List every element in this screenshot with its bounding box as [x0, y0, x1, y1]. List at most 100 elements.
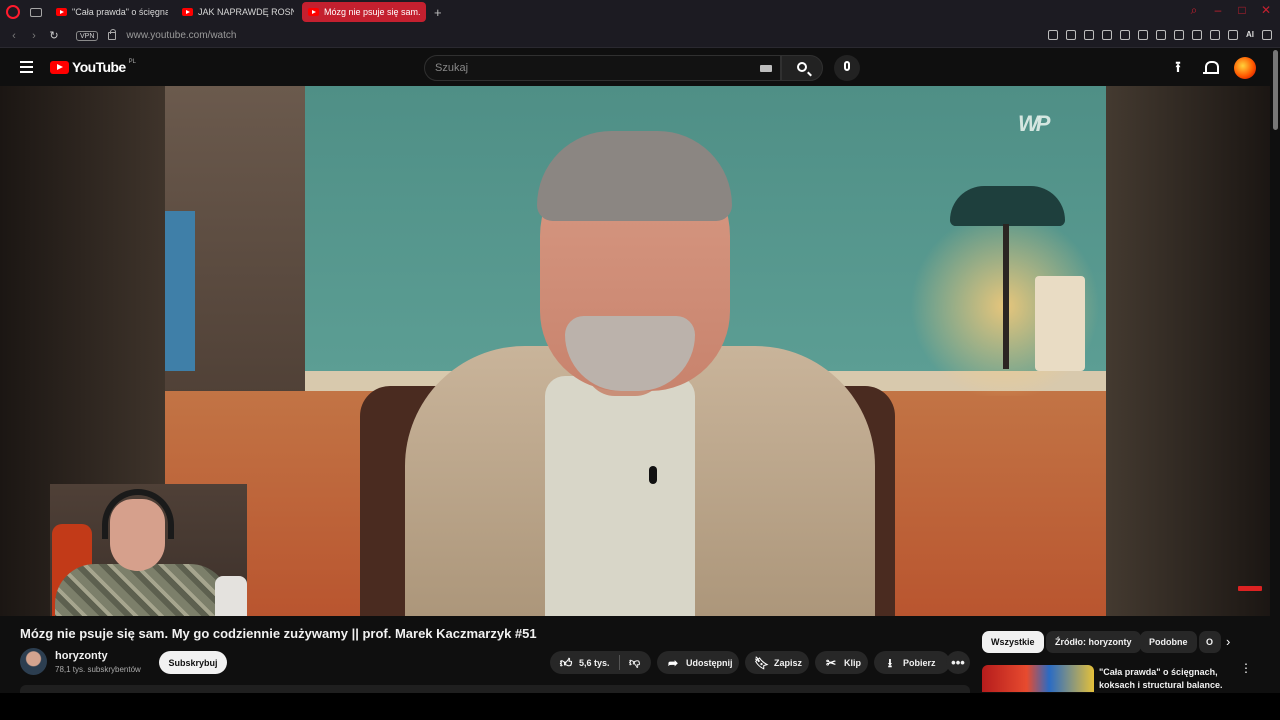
- tab-islands-icon[interactable]: [30, 7, 42, 17]
- close-icon[interactable]: ✕: [1260, 4, 1272, 16]
- browser-tab-active[interactable]: Mózg nie psuje się sam. M: [302, 2, 426, 22]
- logo-wordmark: YouTube: [72, 59, 126, 75]
- video-scene-lamp-pole: [1003, 224, 1009, 369]
- send-icon[interactable]: [1102, 30, 1112, 40]
- search-tabs-icon[interactable]: ⌕: [1188, 4, 1200, 16]
- notifications-bell-icon[interactable]: [1202, 58, 1219, 78]
- snapshot-icon[interactable]: [1066, 30, 1076, 40]
- voice-search-button[interactable]: [834, 55, 860, 81]
- subscriber-count: 78,1 tys. subskrybentów: [55, 665, 141, 674]
- reload-icon[interactable]: ↻: [48, 29, 60, 42]
- recommendation-title[interactable]: "Cała prawda" o ścięgnach, koksach i str…: [1099, 666, 1229, 692]
- extension-doc-icon[interactable]: [1174, 30, 1184, 40]
- bookmark-icon: 🔖︎: [754, 655, 770, 670]
- share-button[interactable]: ➦ Udostępnij: [657, 651, 739, 674]
- download-button[interactable]: ⭳ Pobierz: [874, 651, 950, 674]
- recommendation-thumbnail[interactable]: [982, 665, 1094, 692]
- vpn-badge[interactable]: VPN: [76, 30, 99, 41]
- ai-button[interactable]: AI: [1246, 30, 1254, 40]
- clip-label: Klip: [844, 657, 861, 668]
- page-scrollbar[interactable]: [1273, 50, 1278, 130]
- video-player[interactable]: WP: [0, 86, 1270, 616]
- menu-icon[interactable]: [1262, 30, 1272, 40]
- browser-tab[interactable]: JAK NAPRAWDĘ ROSNĄ: [176, 2, 300, 22]
- minimize-icon[interactable]: –: [1212, 4, 1224, 16]
- video-frame[interactable]: WP: [165, 86, 1106, 616]
- maximize-icon[interactable]: □: [1236, 4, 1248, 16]
- chip-all[interactable]: Wszystkie: [982, 631, 1044, 653]
- thumbs-down-icon[interactable]: 👎︎: [628, 656, 642, 670]
- puzzle-icon[interactable]: [1192, 30, 1202, 40]
- like-dislike-group: 👍︎ 5,6 tys. 👎︎: [550, 651, 651, 674]
- tab-label: Mózg nie psuje się sam. M: [324, 7, 420, 17]
- pin-icon[interactable]: [1048, 30, 1058, 40]
- download-label: Pobierz: [903, 657, 936, 668]
- os-taskbar: [0, 693, 1280, 720]
- save-label: Zapisz: [774, 657, 803, 668]
- more-vertical-icon[interactable]: ⋮: [1240, 662, 1252, 674]
- microphone-icon: [844, 61, 850, 71]
- region-code: PL: [128, 59, 136, 65]
- lapel-microphone: [649, 466, 657, 484]
- chip-related[interactable]: Podobne: [1140, 631, 1197, 653]
- subscribe-button[interactable]: Subskrybuj: [159, 651, 227, 674]
- channel-avatar[interactable]: [20, 648, 47, 675]
- thumbs-up-icon[interactable]: 👍︎: [559, 656, 573, 670]
- extension-a-icon[interactable]: [1138, 30, 1148, 40]
- search-button[interactable]: [781, 55, 823, 81]
- url-field[interactable]: www.youtube.com/watch: [126, 30, 236, 41]
- browser-tab[interactable]: "Cała prawda" o ścięgnach: [50, 2, 174, 22]
- opera-logo-icon[interactable]: [6, 5, 20, 19]
- chip-source-channel[interactable]: Źródło: horyzonty: [1046, 631, 1141, 653]
- search-box: [424, 55, 781, 81]
- video-person-shirt: [545, 376, 695, 616]
- window-controls: ⌕ – □ ✕: [1188, 4, 1272, 16]
- more-horizontal-icon: •••: [951, 655, 965, 670]
- webcam-headset: [102, 489, 174, 539]
- search-icon: [797, 62, 807, 72]
- browser-address-bar: ‹ › ↻ VPN www.youtube.com/watch AI: [0, 24, 1280, 48]
- clip-button[interactable]: ✂ Klip: [815, 651, 868, 674]
- youtube-play-icon: [50, 60, 69, 74]
- extension-badge-icon[interactable]: [1156, 30, 1166, 40]
- channel-name[interactable]: horyzonty: [55, 650, 108, 662]
- youtube-header: YouTube PL ⭱: [0, 48, 1270, 86]
- header-actions: ⭱: [1170, 57, 1256, 79]
- youtube-favicon-icon: [56, 8, 67, 16]
- youtube-logo[interactable]: YouTube PL: [50, 59, 136, 75]
- search-input[interactable]: [435, 62, 735, 74]
- video-title: Mózg nie psuje się sam. My go codziennie…: [20, 626, 537, 641]
- chevron-right-icon[interactable]: ›: [1226, 635, 1238, 648]
- heart-icon[interactable]: [1120, 30, 1130, 40]
- save-button[interactable]: 🔖︎ Zapisz: [745, 651, 809, 674]
- tab-label: "Cała prawda" o ścięgnach: [72, 7, 168, 17]
- player-ambient-right: [1106, 86, 1270, 616]
- scissors-icon: ✂: [825, 655, 837, 670]
- download-arrow-icon: ⭳: [887, 655, 893, 670]
- shield-icon[interactable]: [1084, 30, 1094, 40]
- more-actions-button[interactable]: •••: [946, 651, 970, 674]
- youtube-subscribe-watermark[interactable]: [1238, 586, 1262, 591]
- new-tab-button[interactable]: +: [434, 5, 442, 20]
- video-scene-lamp: [950, 186, 1065, 226]
- profile-icon[interactable]: [1228, 30, 1238, 40]
- keyboard-icon[interactable]: [760, 65, 772, 72]
- forward-icon[interactable]: ›: [28, 30, 40, 42]
- divider: [618, 655, 620, 670]
- like-count[interactable]: 5,6 tys.: [579, 658, 610, 668]
- download-icon[interactable]: [1210, 30, 1220, 40]
- extension-toolbar: AI: [1048, 30, 1272, 40]
- account-avatar[interactable]: [1234, 57, 1256, 79]
- video-scene-book: [165, 211, 195, 371]
- share-label: Udostępnij: [686, 657, 733, 668]
- chip-more[interactable]: O: [1199, 631, 1221, 653]
- webcam-person-shirt: [55, 564, 230, 616]
- back-icon[interactable]: ‹: [8, 30, 20, 42]
- browser-tab-bar: "Cała prawda" o ścięgnach JAK NAPRAWDĘ R…: [0, 0, 1280, 24]
- channel-watermark-logo: WP: [1018, 111, 1051, 136]
- upload-icon[interactable]: ⭱: [1170, 58, 1186, 78]
- lock-icon[interactable]: [108, 28, 117, 40]
- youtube-favicon-icon: [182, 8, 193, 16]
- hamburger-menu-icon[interactable]: [20, 61, 33, 73]
- video-person-hair: [537, 131, 732, 221]
